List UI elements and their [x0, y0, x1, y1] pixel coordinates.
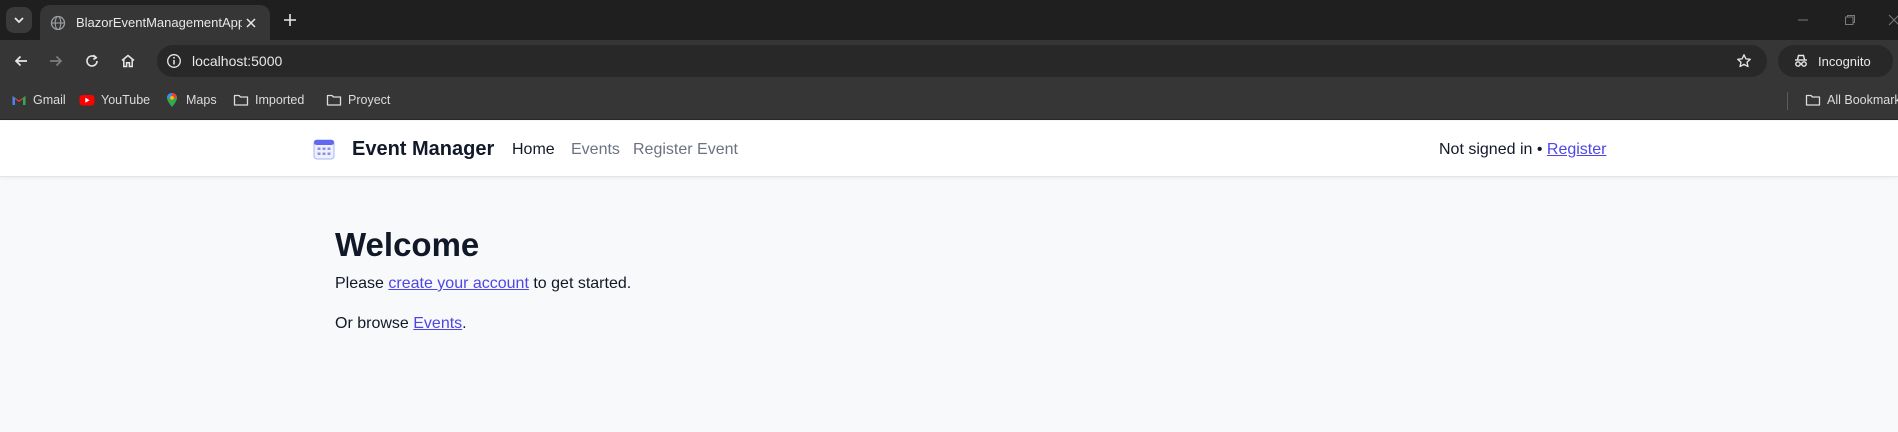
arrow-right-icon [50, 55, 63, 67]
plus-icon [284, 14, 296, 26]
folder-icon [326, 92, 342, 108]
home-button[interactable] [116, 49, 140, 73]
line2-prefix: Or browse [335, 315, 414, 332]
close-icon [1888, 14, 1898, 26]
reload-icon [86, 54, 98, 67]
browser-toolbar: localhost:5000 Incognito [0, 40, 1898, 82]
folder-icon [233, 92, 249, 108]
line2-suffix: . [462, 315, 467, 332]
minimize-button[interactable] [1795, 12, 1811, 28]
bookmark-label: Gmail [33, 93, 66, 107]
bookmark-imported[interactable]: Imported [233, 92, 304, 108]
chevron-down-icon [14, 17, 24, 24]
signin-status-text: Not signed in [1439, 141, 1533, 158]
tab-search-button[interactable] [6, 7, 32, 33]
restore-button[interactable] [1842, 12, 1858, 28]
bookmarks-divider [1787, 92, 1788, 110]
minimize-icon [1798, 19, 1808, 21]
home-icon [121, 54, 135, 68]
folder-icon [1805, 92, 1821, 108]
incognito-label: Incognito [1818, 53, 1871, 69]
bookmark-label: Proyect [348, 93, 391, 107]
tab-strip: BlazorEventManagementApp [0, 0, 1898, 40]
bookmark-label: YouTube [101, 93, 151, 107]
incognito-indicator[interactable]: Incognito [1778, 45, 1893, 77]
site-info-icon[interactable] [165, 52, 183, 70]
bookmark-label: Imported [255, 93, 305, 107]
bookmark-maps[interactable]: Maps [164, 92, 217, 108]
tab-close-icon[interactable] [242, 14, 260, 32]
browser-tab[interactable]: BlazorEventManagementApp [40, 5, 270, 40]
nav-home-link[interactable]: Home [512, 141, 555, 159]
url-text[interactable]: localhost:5000 [192, 53, 282, 69]
bookmark-label: Maps [186, 93, 217, 107]
app-navbar: Event Manager Home Events Register Event… [0, 121, 1898, 177]
nav-register-event-link[interactable]: Register Event [633, 141, 738, 159]
auth-separator: • [1532, 141, 1547, 158]
brand-title[interactable]: Event Manager [352, 138, 494, 161]
auth-status: Not signed in • Register [1439, 141, 1606, 159]
page-title: Welcome [335, 226, 480, 263]
bookmarks-bar: Gmail YouTube Maps Imported Proyect All … [0, 82, 1898, 120]
welcome-paragraph: Please create your account to get starte… [335, 275, 631, 293]
register-link[interactable]: Register [1547, 141, 1607, 158]
create-account-link[interactable]: create your account [388, 275, 529, 292]
line1-suffix: to get started. [528, 275, 632, 292]
events-link[interactable]: Events [413, 315, 462, 332]
restore-icon [1845, 15, 1855, 25]
all-bookmarks-label: All Bookmarks [1827, 93, 1898, 107]
all-bookmarks-button[interactable]: All Bookmarks [1805, 92, 1898, 108]
incognito-icon [1792, 52, 1810, 70]
nav-events-link[interactable]: Events [571, 141, 620, 159]
back-button[interactable] [9, 49, 33, 73]
bookmark-proyect[interactable]: Proyect [326, 92, 390, 108]
bookmark-youtube[interactable]: YouTube [79, 92, 150, 108]
youtube-icon [79, 92, 95, 108]
line1-prefix: Please [335, 275, 389, 292]
bookmark-star-icon[interactable] [1735, 52, 1753, 70]
arrow-left-icon [14, 55, 27, 67]
browse-paragraph: Or browse Events. [335, 315, 467, 333]
globe-icon [50, 15, 66, 31]
main-content: Welcome Please create your account to ge… [335, 225, 631, 332]
address-bar[interactable]: localhost:5000 [157, 45, 1767, 77]
maps-icon [164, 92, 180, 108]
reload-button[interactable] [80, 49, 104, 73]
forward-button[interactable] [44, 49, 68, 73]
tab-title: BlazorEventManagementApp [76, 15, 242, 30]
close-window-button[interactable] [1886, 12, 1898, 28]
gmail-icon [11, 92, 27, 108]
new-tab-button[interactable] [280, 10, 300, 30]
bookmark-gmail[interactable]: Gmail [11, 92, 66, 108]
calendar-icon [313, 139, 335, 160]
